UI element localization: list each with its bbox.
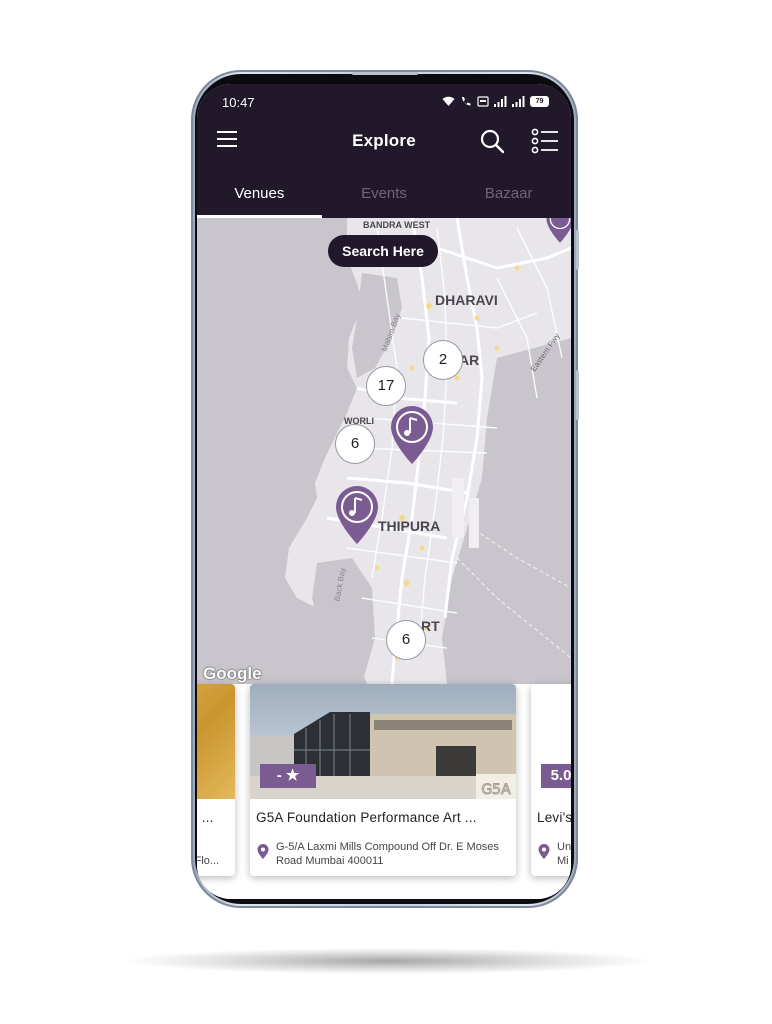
call-icon <box>462 96 471 105</box>
venue-card-name: raji ... <box>197 810 214 825</box>
map-cluster-marker[interactable]: 2 <box>423 340 463 380</box>
venue-pin-icon[interactable] <box>389 404 435 466</box>
google-attribution: Google <box>203 664 262 683</box>
status-time: 10:47 <box>222 95 255 110</box>
address-line-2: Mi <box>557 855 569 867</box>
tab-bar: Venues Events Bazaar <box>197 180 571 218</box>
top-edge <box>352 72 418 75</box>
rating-badge: - ★ <box>260 764 316 788</box>
venue-card-address: Un Mi <box>557 840 571 868</box>
map-cluster-marker[interactable]: 6 <box>335 424 375 464</box>
venue-card[interactable]: G5A - ★ G5A Foundation Performance Art .… <box>250 684 516 876</box>
list-view-icon[interactable] <box>531 128 559 154</box>
map-view[interactable]: BANDRA WEST DHARAVI AR WORLI THIPURA RT … <box>197 218 571 684</box>
app-header: 10:47 79 Explore Venues Events Bazaar <box>197 84 571 218</box>
map-label-girgaon: THIPURA <box>378 518 441 534</box>
map-canvas <box>197 218 571 684</box>
address-line-2: Road Mumbai 400011 <box>276 855 384 867</box>
location-pin-icon <box>538 844 550 859</box>
map-cluster-marker[interactable]: 6 <box>386 620 426 660</box>
signal-icon <box>494 95 507 107</box>
search-icon[interactable] <box>479 128 505 154</box>
tab-venues[interactable]: Venues <box>197 180 322 218</box>
map-cluster-marker[interactable]: 17 <box>366 366 406 406</box>
wifi-icon <box>442 96 455 106</box>
address-line-1: G-5/A Laxmi Mills Compound Off Dr. E Mos… <box>276 841 499 853</box>
address-line-1: Un <box>557 841 571 853</box>
venue-card-name: G5A Foundation Performance Art ... <box>256 810 477 825</box>
status-icons: 79 <box>442 94 549 108</box>
venue-card-address: st Flo... <box>197 855 220 867</box>
phone-shadow <box>128 948 648 974</box>
venue-card-address: G-5/A Laxmi Mills Compound Off Dr. E Mos… <box>276 840 499 868</box>
page-title: Explore <box>352 131 416 150</box>
rating-badge: 5.0 <box>541 764 571 788</box>
volte-icon <box>477 95 489 107</box>
power-button <box>576 370 579 420</box>
tab-events[interactable]: Events <box>322 180 447 218</box>
app-screen: 10:47 79 Explore Venues Events Bazaar BA… <box>197 84 571 899</box>
venue-pin-icon[interactable] <box>545 218 571 244</box>
volume-button <box>576 230 579 270</box>
tab-bazaar[interactable]: Bazaar <box>446 180 571 218</box>
venue-pin-icon[interactable] <box>334 484 380 546</box>
signal-icon-2 <box>512 95 525 107</box>
search-here-button[interactable]: Search Here <box>328 235 438 267</box>
venue-card[interactable]: 5.0 Levi's Un Mi <box>531 684 571 876</box>
battery-icon: 79 <box>530 95 549 107</box>
venue-card-name: Levi's <box>537 810 571 825</box>
map-label-bandra-west: BANDRA WEST <box>363 220 431 230</box>
venue-signage-text: G5A <box>481 782 511 798</box>
venue-card-image <box>197 684 235 799</box>
venue-card[interactable]: raji ... st Flo... <box>197 684 235 876</box>
venue-carousel[interactable]: raji ... st Flo... <box>197 684 571 899</box>
map-label-dharavi: DHARAVI <box>435 292 498 308</box>
location-pin-icon <box>257 844 269 859</box>
